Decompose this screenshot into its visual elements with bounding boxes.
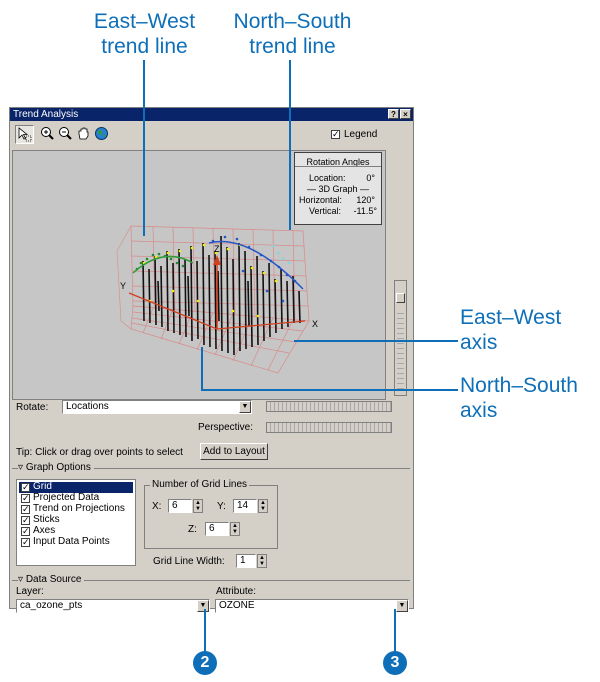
horizontal-label: Horizontal: (299, 195, 343, 205)
grid-y-spinner-icon[interactable]: ▲ ▼ (258, 499, 268, 513)
graph-options-toggle[interactable]: ▿ Graph Options (18, 462, 94, 474)
data-sticks (142, 235, 301, 356)
ns-trend-leader (289, 60, 291, 230)
sticks-checkbox[interactable]: ✓ (21, 516, 30, 525)
input-points-checkbox[interactable]: ✓ (21, 538, 30, 547)
location-label: Location: (309, 173, 346, 183)
grid-z-label: Z: (188, 524, 197, 535)
graph-options-list[interactable]: ✓ Grid ✓ Projected Data ✓ Trend on Proje… (16, 479, 136, 566)
rotate-dropdown-arrow-icon[interactable]: ▼ (239, 401, 251, 413)
graph-3d-label: — 3D Graph — (306, 184, 370, 194)
ns-axis-callout: North–South axis (460, 374, 578, 422)
collapse-chevron-icon: ▿ (18, 462, 24, 473)
grid-x-label: X: (152, 501, 162, 512)
x-axis (216, 320, 306, 330)
add-to-layout-button[interactable]: Add to Layout (200, 443, 268, 460)
tip-text: Tip: Click or drag over points to select (16, 447, 183, 458)
step-badge-2: 2 (193, 651, 217, 675)
location-value: 0° (366, 173, 375, 183)
attribute-label: Attribute: (216, 586, 257, 597)
grid-checkbox[interactable]: ✓ (21, 483, 30, 492)
x-axis-label: X (312, 319, 318, 329)
ns-trend-line-callout: North–South trend line (233, 10, 352, 58)
rotation-angles-legend: Rotation Angles Location: 0° — 3D Graph … (294, 152, 382, 225)
vertical-label: Vertical: (309, 206, 342, 216)
ew-trend-line (132, 255, 194, 274)
select-tool-icon[interactable] (15, 125, 34, 144)
layer-dropdown-arrow-icon[interactable]: ▼ (197, 600, 209, 612)
step-badge-3: 3 (383, 651, 407, 675)
legend-label: Legend (344, 129, 378, 140)
rotate-slider[interactable] (266, 401, 392, 412)
trend-projections-checkbox[interactable]: ✓ (21, 505, 30, 514)
close-button[interactable]: × (400, 109, 411, 119)
grid-x-input[interactable]: 6 (168, 499, 192, 513)
layer-dropdown[interactable]: ca_ozone_pts (16, 599, 210, 613)
vertical-slider-track (397, 309, 404, 393)
rotate-dropdown[interactable]: Locations (62, 400, 252, 414)
perspective-label: Perspective: (198, 422, 254, 433)
badge-3-leader (394, 609, 396, 654)
ew-trend-line-callout: East–West trend line (93, 10, 196, 58)
data-source-header: Data Source (25, 574, 82, 585)
ns-trend-line (208, 240, 304, 290)
globe-icon[interactable] (92, 125, 111, 144)
rotate-label: Rotate: (16, 402, 49, 413)
data-source-toggle[interactable]: ▿ Data Source (18, 574, 85, 586)
rotation-divider (295, 166, 381, 167)
legend-checkbox[interactable]: ✓ (331, 130, 340, 139)
attribute-dropdown[interactable]: OZONE (215, 599, 409, 613)
collapse-chevron-icon: ▿ (18, 574, 24, 585)
graph-options-header: Graph Options (25, 462, 91, 473)
vertical-value: -11.5° (353, 206, 377, 216)
ew-trend-leader (143, 60, 145, 236)
input-points-label[interactable]: Input Data Points (33, 536, 110, 548)
horizontal-value: 120° (356, 195, 375, 205)
grid-z-input[interactable]: 6 (205, 522, 229, 536)
vertical-rotation-slider[interactable] (394, 280, 407, 396)
zoom-in-icon[interactable] (38, 125, 57, 144)
window-title: Trend Analysis (13, 109, 79, 120)
help-button[interactable]: ? (388, 109, 399, 119)
vertical-slider-thumb[interactable] (396, 293, 405, 303)
grid-line-width-label: Grid Line Width: (153, 556, 225, 567)
ns-axis-leader-horizontal (201, 389, 458, 391)
grid-y-input[interactable]: 14 (233, 499, 257, 513)
grid-line-width-spinner-icon[interactable]: ▲ ▼ (257, 554, 267, 568)
grid-lines-group (144, 485, 278, 549)
grid-lines-title: Number of Grid Lines (150, 479, 250, 491)
trend-analysis-window: Trend Analysis ? × ✓ Legend Z Y X Rotati… (9, 107, 414, 613)
attribute-dropdown-arrow-icon[interactable]: ▼ (396, 600, 408, 612)
layer-label: Layer: (16, 586, 44, 597)
grid-line-width-input[interactable]: 1 (236, 554, 256, 568)
ns-axis-leader-vertical (201, 347, 203, 391)
pan-hand-icon[interactable] (74, 125, 93, 144)
zoom-out-icon[interactable] (56, 125, 75, 144)
z-axis-label: Z (214, 244, 220, 254)
grid-z-spinner-icon[interactable]: ▲ ▼ (230, 522, 240, 536)
ew-axis-leader (294, 340, 458, 342)
y-axis-label: Y (120, 281, 126, 291)
title-bar: Trend Analysis ? × (10, 108, 413, 121)
projected-data-checkbox[interactable]: ✓ (21, 494, 30, 503)
axes-checkbox[interactable]: ✓ (21, 527, 30, 536)
grid-y-label: Y: (217, 501, 226, 512)
ew-axis-callout: East–West axis (460, 306, 562, 354)
grid-x-spinner-icon[interactable]: ▲ ▼ (193, 499, 203, 513)
perspective-slider[interactable] (266, 422, 392, 433)
badge-2-leader (204, 609, 206, 654)
